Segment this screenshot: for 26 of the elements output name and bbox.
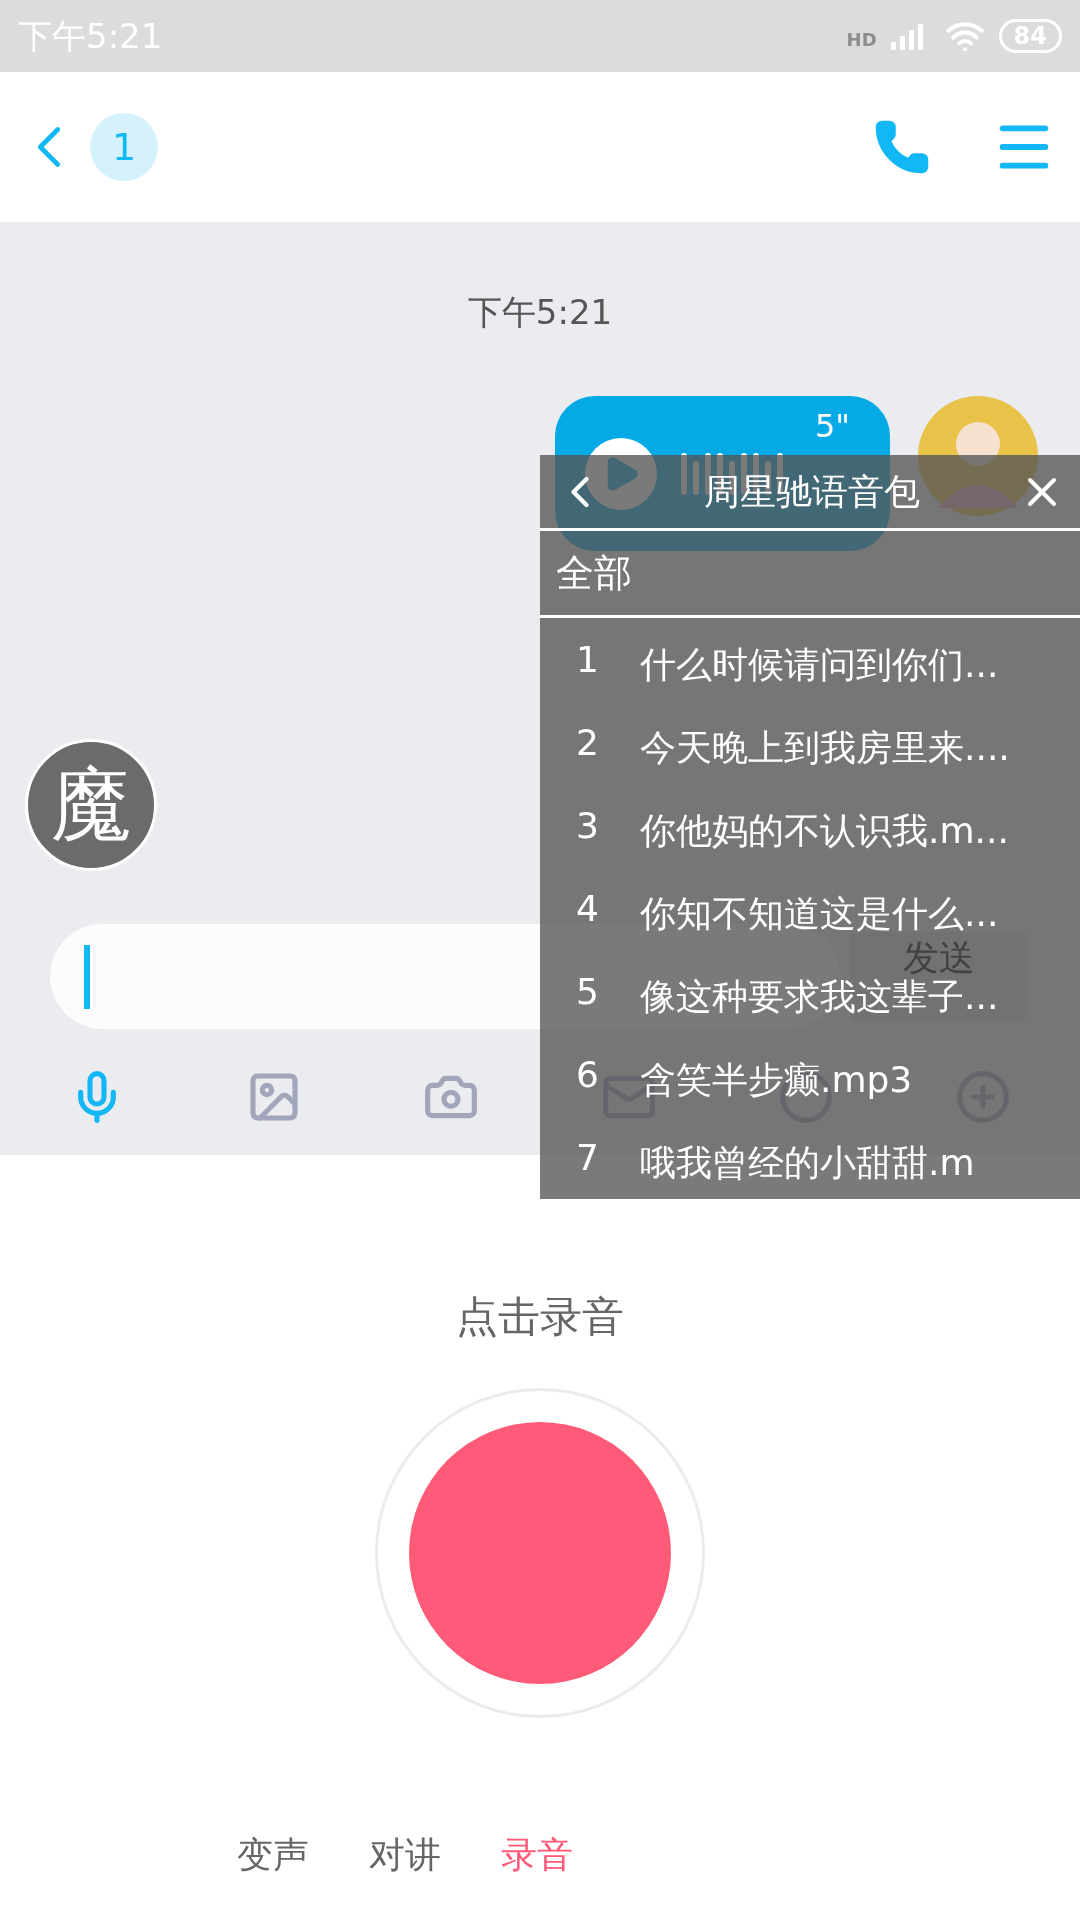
voice-item-name[interactable]: 你他妈的不认识我.m... <box>640 812 1009 849</box>
voice-item-name[interactable]: 像这种要求我这辈子... <box>640 978 999 1015</box>
voice-item-number: 7 <box>576 1139 600 1176</box>
panel-title: 周星驰语音包 <box>704 469 920 514</box>
voice-item-number: 5 <box>576 973 600 1010</box>
mode-tab[interactable]: 变声 <box>237 1828 309 1882</box>
voice-item-name[interactable]: 什么时候请问到你们... <box>640 646 999 683</box>
voice-item-number: 4 <box>576 890 600 927</box>
chat-timestamp: 下午5:21 <box>467 291 613 334</box>
voice-item-number: 2 <box>576 724 600 761</box>
mode-tab[interactable]: 对讲 <box>369 1828 441 1882</box>
unread-badge: 1 <box>90 113 158 181</box>
voice-item-number: 6 <box>576 1056 600 1093</box>
voice-item-name[interactable]: 你知不知道这是什么... <box>640 895 999 932</box>
voice-item-number: 3 <box>576 807 600 844</box>
category-label[interactable]: 全部 <box>556 544 632 602</box>
voice-item-name[interactable]: 含笑半步癫.mp3 <box>640 1061 913 1098</box>
voice-item-number: 1 <box>576 641 600 678</box>
network-label: HD <box>846 28 877 52</box>
mode-tab[interactable]: 录音 <box>501 1828 573 1882</box>
voice-item-name[interactable]: 今天晚上到我房里来.... <box>640 729 1010 766</box>
voice-duration: 5" <box>815 410 851 442</box>
avatar-text: 魔 <box>51 757 131 853</box>
record-button[interactable] <box>375 1388 705 1718</box>
record-prompt: 点击录音 <box>456 1291 624 1343</box>
voice-item-name[interactable]: 哦我曾经的小甜甜.m <box>640 1144 975 1181</box>
